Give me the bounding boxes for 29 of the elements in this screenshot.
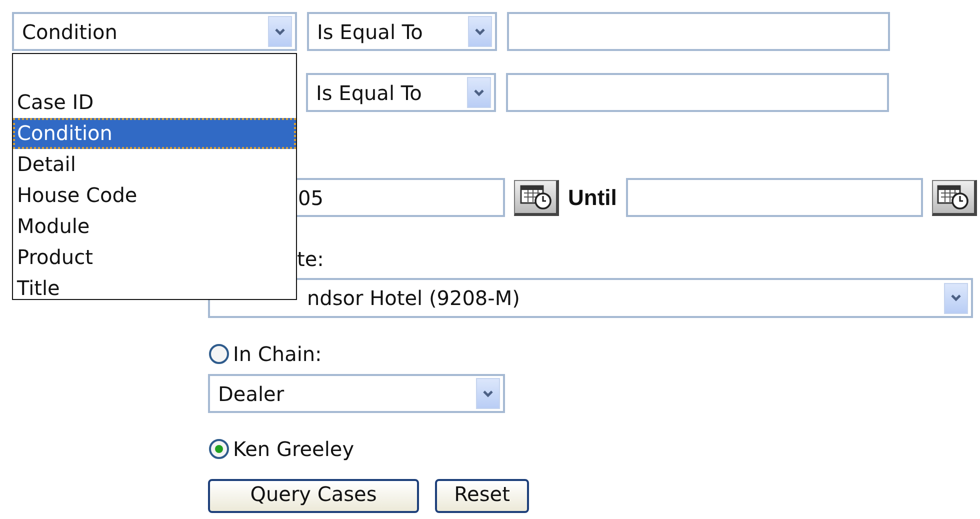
value-field[interactable] [506,73,889,112]
until-label: Until [568,184,617,210]
value-field[interactable] [507,12,890,51]
chain-dropdown[interactable]: Dealer [208,374,505,413]
dropdown-option[interactable]: Condition [13,118,296,149]
field-dropdown[interactable]: Condition [12,12,297,51]
site-dropdown[interactable]: ndsor Hotel (9208-M) [208,278,973,318]
dropdown-option[interactable]: Detail [13,149,296,180]
chevron-down-icon[interactable] [944,282,968,314]
chevron-down-icon[interactable] [268,16,292,47]
radio-label: In Chain: [233,342,322,366]
operator-dropdown[interactable]: Is Equal To [306,73,496,112]
dropdown-option[interactable]: Product [13,242,296,273]
calendar-clock-icon [518,184,552,210]
dropdown-option[interactable]: Case ID [13,87,296,118]
site-label: te: [296,248,325,270]
radio-button[interactable] [208,343,230,365]
calendar-button[interactable] [932,180,977,216]
chevron-down-icon[interactable] [476,378,500,409]
radio-label: Ken Greeley [233,437,354,461]
reset-button[interactable]: Reset [435,479,529,513]
date-field[interactable] [626,178,923,217]
calendar-button[interactable] [514,180,559,216]
chevron-down-icon[interactable] [468,16,492,47]
calendar-clock-icon [936,184,970,210]
query-cases-button[interactable]: Query Cases [208,479,419,513]
chevron-down-icon[interactable] [467,77,491,108]
radio-button[interactable] [208,438,230,460]
operator-dropdown[interactable]: Is Equal To [307,12,497,51]
